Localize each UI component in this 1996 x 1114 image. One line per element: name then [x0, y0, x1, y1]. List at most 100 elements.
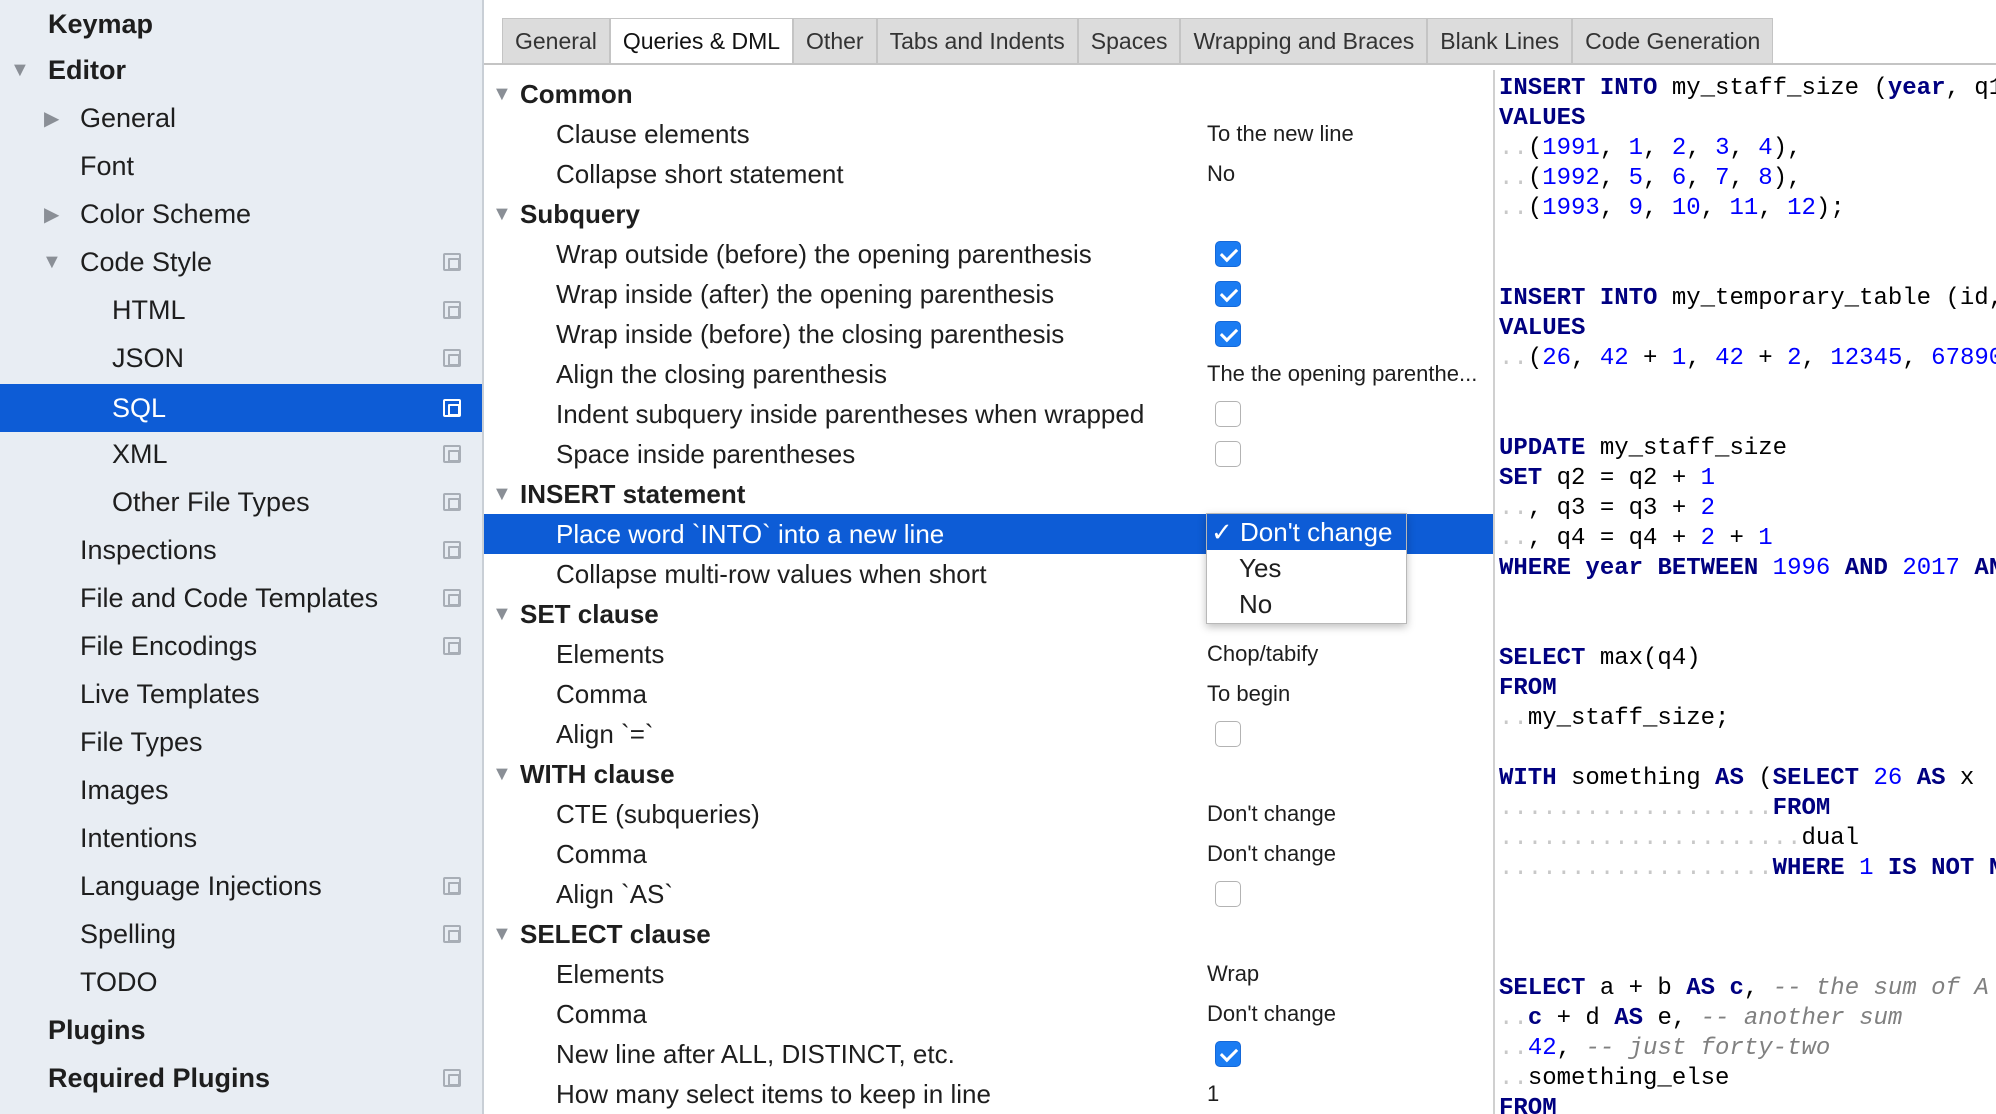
setting-value[interactable]: 1 — [1207, 1081, 1219, 1107]
chevron-down-icon[interactable]: ▼ — [492, 763, 512, 786]
tab-tabs-and-indents[interactable]: Tabs and Indents — [876, 18, 1078, 64]
sidebar-item-font[interactable]: Font — [0, 142, 482, 190]
setting-row[interactable]: Space inside parentheses — [484, 434, 1493, 474]
section-insert-statement[interactable]: ▼ INSERT statement — [484, 474, 1493, 514]
chevron-right-icon[interactable]: ▶ — [44, 202, 59, 227]
setting-value[interactable]: To begin — [1207, 681, 1290, 707]
chevron-down-icon[interactable]: ▼ — [492, 923, 512, 946]
dropdown-option[interactable]: No — [1207, 586, 1406, 622]
tab-queries-dml[interactable]: Queries & DML — [609, 18, 794, 64]
tab-code-generation[interactable]: Code Generation — [1572, 18, 1774, 64]
dropdown-option[interactable]: Yes — [1207, 550, 1406, 586]
sidebar-item-live-templates[interactable]: Live Templates — [0, 670, 482, 718]
sidebar-item-file-and-code-templates[interactable]: File and Code Templates — [0, 574, 482, 622]
code-line: ..c + d AS e, -- another sum — [1499, 1005, 1903, 1032]
setting-row[interactable]: Elements Wrap — [484, 954, 1493, 994]
setting-row[interactable]: Collapse short statement No — [484, 154, 1493, 194]
section-common[interactable]: ▼ Common — [484, 74, 1493, 114]
checkbox[interactable] — [1215, 881, 1241, 907]
setting-row[interactable]: Indent subquery inside parentheses when … — [484, 394, 1493, 434]
sidebar-item-intentions[interactable]: Intentions — [0, 814, 482, 862]
setting-label: CTE (subqueries) — [556, 798, 760, 829]
tab-wrapping-and-braces[interactable]: Wrapping and Braces — [1180, 18, 1428, 64]
setting-row[interactable]: Align the closing parenthesis The the ope… — [484, 354, 1493, 394]
sidebar-item-html[interactable]: HTML — [0, 286, 482, 334]
setting-row[interactable]: Align `AS` — [484, 874, 1493, 914]
tab-general[interactable]: General — [502, 18, 610, 64]
setting-label: Wrap inside (before) the closing parenth… — [556, 318, 1065, 349]
sidebar-item-xml[interactable]: XML — [0, 430, 482, 478]
sidebar-item-json[interactable]: JSON — [0, 334, 482, 382]
setting-row[interactable]: Wrap inside (before) the closing parenth… — [484, 314, 1493, 354]
sidebar-item-file-encodings[interactable]: File Encodings — [0, 622, 482, 670]
sidebar-item-code-style[interactable]: ▼ Code Style — [0, 238, 482, 286]
sidebar-item-plugins[interactable]: Plugins — [0, 1006, 482, 1054]
checkbox[interactable] — [1215, 321, 1241, 347]
setting-row[interactable]: Comma Don't change — [484, 994, 1493, 1034]
setting-label: Collapse short statement — [556, 158, 844, 189]
sidebar-item-label: Required Plugins — [48, 1062, 271, 1093]
section-select-clause[interactable]: ▼ SELECT clause — [484, 914, 1493, 954]
setting-row[interactable]: Wrap outside (before) the opening parent… — [484, 234, 1493, 274]
tab-blank-lines[interactable]: Blank Lines — [1427, 18, 1573, 64]
tab-bar: General Queries & DML Other Tabs and Ind… — [502, 18, 1774, 64]
setting-row[interactable]: Align `=` — [484, 714, 1493, 754]
chevron-down-icon[interactable]: ▼ — [42, 251, 62, 274]
code-line: ..my_staff_size; — [1499, 705, 1730, 732]
chevron-down-icon[interactable]: ▼ — [492, 603, 512, 626]
sidebar-item-required-plugins[interactable]: Required Plugins — [0, 1054, 482, 1102]
sidebar-item-keymap[interactable]: Keymap — [0, 0, 482, 48]
setting-row[interactable]: Comma Don't change — [484, 834, 1493, 874]
setting-row[interactable]: CTE (subqueries) Don't change — [484, 794, 1493, 834]
sidebar-item-label: File and Code Templates — [80, 582, 379, 613]
tab-spaces[interactable]: Spaces — [1077, 18, 1181, 64]
setting-value[interactable]: To the new line — [1207, 121, 1354, 147]
chevron-right-icon[interactable]: ▶ — [44, 106, 59, 131]
tab-other[interactable]: Other — [793, 18, 877, 64]
project-settings-icon — [443, 925, 461, 943]
sidebar-item-todo[interactable]: TODO — [0, 958, 482, 1006]
checkbox[interactable] — [1215, 1041, 1241, 1067]
section-with-clause[interactable]: ▼ WITH clause — [484, 754, 1493, 794]
setting-value[interactable]: No — [1207, 161, 1235, 187]
setting-value[interactable]: The the opening parenthe... — [1207, 361, 1477, 387]
setting-row[interactable]: Comma To begin — [484, 674, 1493, 714]
chevron-down-icon[interactable]: ▼ — [492, 83, 512, 106]
sidebar-item-spelling[interactable]: Spelling — [0, 910, 482, 958]
sidebar-item-editor[interactable]: ▼ Editor — [0, 46, 482, 94]
checkbox[interactable] — [1215, 441, 1241, 467]
setting-value[interactable]: Don't change — [1207, 841, 1336, 867]
setting-label: Wrap inside (after) the opening parenthe… — [556, 278, 1055, 309]
setting-row[interactable]: Wrap inside (after) the opening parenthe… — [484, 274, 1493, 314]
code-line: ..42, -- just forty-two — [1499, 1035, 1831, 1062]
section-subquery[interactable]: ▼ Subquery — [484, 194, 1493, 234]
setting-value[interactable]: Don't change — [1207, 1001, 1336, 1027]
setting-value[interactable]: Chop/tabify — [1207, 641, 1318, 667]
sidebar-item-inspections[interactable]: Inspections — [0, 526, 482, 574]
setting-row[interactable]: New line after ALL, DISTINCT, etc. — [484, 1034, 1493, 1074]
sidebar-item-color-scheme[interactable]: ▶ Color Scheme — [0, 190, 482, 238]
dropdown-option[interactable]: ✓ Don't change — [1207, 514, 1406, 550]
setting-row[interactable]: Elements Chop/tabify — [484, 634, 1493, 674]
setting-label: Elements — [556, 958, 665, 989]
setting-label: Place word `INTO` into a new line — [556, 518, 945, 549]
sidebar-item-images[interactable]: Images — [0, 766, 482, 814]
sidebar-item-sql[interactable]: SQL — [0, 384, 482, 432]
setting-value[interactable]: Don't change — [1207, 801, 1336, 827]
sidebar-item-general[interactable]: ▶ General — [0, 94, 482, 142]
sidebar-item-file-types[interactable]: File Types — [0, 718, 482, 766]
setting-row[interactable]: How many select items to keep in line 1 — [484, 1074, 1493, 1114]
code-preview[interactable]: INSERT INTO my_staff_size (year, q1, VALU… — [1493, 70, 1996, 1114]
checkbox[interactable] — [1215, 281, 1241, 307]
chevron-down-icon[interactable]: ▼ — [492, 483, 512, 506]
dropdown-option-label: Yes — [1239, 552, 1282, 583]
sidebar-item-other-file-types[interactable]: Other File Types — [0, 478, 482, 526]
chevron-down-icon[interactable]: ▼ — [492, 203, 512, 226]
sidebar-item-language-injections[interactable]: Language Injections — [0, 862, 482, 910]
checkbox[interactable] — [1215, 401, 1241, 427]
setting-row[interactable]: Clause elements To the new line — [484, 114, 1493, 154]
setting-value[interactable]: Wrap — [1207, 961, 1259, 987]
checkbox[interactable] — [1215, 241, 1241, 267]
chevron-down-icon[interactable]: ▼ — [10, 59, 30, 82]
checkbox[interactable] — [1215, 721, 1241, 747]
